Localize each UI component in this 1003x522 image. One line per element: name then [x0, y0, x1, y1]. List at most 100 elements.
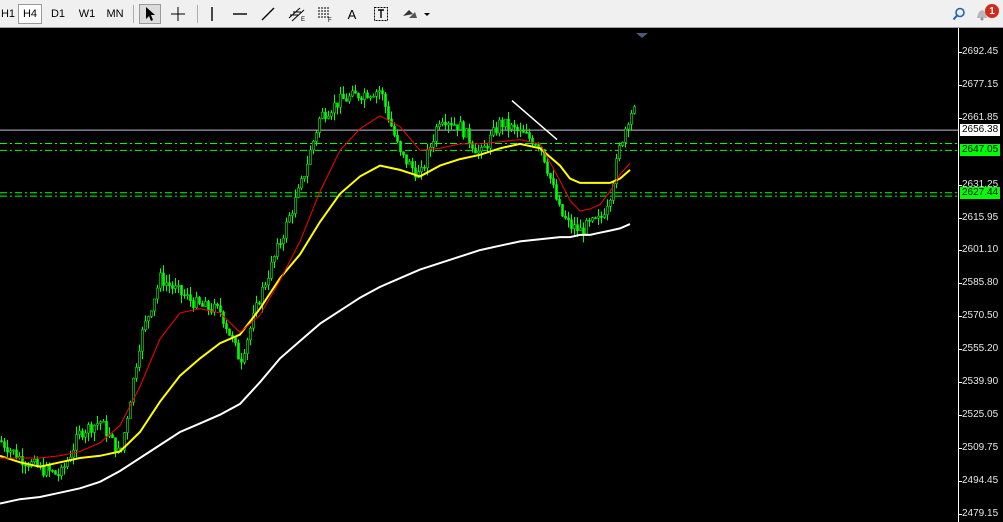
candle-body [297, 187, 300, 198]
candle-body [381, 90, 384, 95]
candle-body [243, 353, 246, 363]
candle-body [534, 143, 537, 146]
candle-body [249, 327, 252, 341]
candle-body [288, 215, 291, 223]
price-tick-mark [958, 217, 962, 219]
candle-body [360, 97, 363, 100]
candle-body [495, 127, 498, 134]
candle-body [72, 449, 75, 458]
candle-body [594, 217, 597, 220]
cursor-icon[interactable] [139, 4, 161, 24]
vertical-line-icon[interactable] [202, 4, 222, 24]
candle-body [579, 227, 582, 231]
candle-body [318, 118, 321, 133]
candle-body [624, 128, 627, 143]
candle-body [525, 132, 528, 134]
candle-body [99, 421, 102, 424]
candle-body [570, 219, 573, 229]
candle-body [552, 178, 555, 185]
candle-body [6, 447, 9, 453]
candle-body [312, 140, 315, 151]
candle-body [459, 121, 462, 131]
candle-body [225, 323, 228, 330]
text-icon[interactable]: A [343, 4, 361, 24]
candle-body [348, 95, 351, 102]
candle-body [423, 167, 426, 169]
candle-body [588, 220, 591, 222]
candle-body [333, 102, 336, 114]
candle-body [180, 285, 183, 296]
equidistant-channel-icon[interactable]: E [285, 4, 309, 24]
price-tick-label: 2539.90 [962, 376, 999, 388]
candle-body [177, 285, 180, 287]
search-icon[interactable] [950, 4, 968, 24]
candle-body [372, 96, 375, 98]
candle-body [195, 297, 198, 308]
candle-body [618, 145, 621, 159]
candle-body [222, 311, 225, 324]
candle-body [399, 141, 402, 153]
candle-body [78, 430, 81, 435]
timeframe-w1[interactable]: W1 [74, 4, 100, 24]
candle-body [51, 470, 54, 472]
candle-body [474, 148, 477, 154]
candle-body [192, 300, 195, 308]
shapes-dropdown-icon[interactable] [399, 4, 433, 24]
candle-body [561, 204, 564, 217]
crosshair-icon[interactable] [167, 4, 189, 24]
candle-body [384, 93, 387, 107]
candle-body [420, 167, 423, 172]
candle-body [159, 272, 162, 289]
candle-body [558, 199, 561, 205]
candle-body [114, 437, 117, 453]
horizontal-line-icon[interactable] [229, 4, 251, 24]
candle-body [174, 285, 177, 289]
candle-body [135, 367, 138, 379]
candle-body [573, 224, 576, 229]
candle-body [234, 337, 237, 344]
price-level-label: 2647.05 [960, 144, 1001, 157]
candle-body [96, 423, 99, 426]
price-tick-label: 2570.50 [962, 310, 999, 322]
price-chart[interactable] [0, 28, 958, 522]
candle-body [300, 178, 303, 189]
toolbar-separator [197, 5, 198, 23]
price-tick-mark [958, 85, 962, 87]
candle-body [564, 215, 567, 219]
candle-body [273, 256, 276, 263]
candle-body [306, 163, 309, 177]
candle-body [294, 197, 297, 214]
candle-body [477, 150, 480, 154]
candle-body [531, 138, 534, 145]
price-tick-mark [958, 316, 962, 318]
timeframe-mn[interactable]: MN [102, 4, 128, 24]
candle-body [603, 214, 606, 218]
candle-body [12, 449, 15, 452]
timeframe-d1[interactable]: D1 [46, 4, 70, 24]
candle-body [522, 129, 525, 133]
price-tick-label: 2601.10 [962, 243, 999, 255]
fibonacci-icon[interactable]: F [313, 4, 337, 24]
timeframe-h4[interactable]: H4 [18, 4, 42, 24]
candle-body [585, 220, 588, 235]
candle-body [468, 128, 471, 144]
candle-body [393, 125, 396, 136]
candle-body [261, 286, 264, 305]
candle-body [396, 135, 399, 142]
price-tick-mark [958, 414, 962, 416]
candle-body [324, 111, 327, 119]
candle-body [276, 243, 279, 257]
price-tick-label: 2692.45 [962, 46, 999, 57]
candle-body [486, 145, 489, 149]
candle-body [246, 339, 249, 354]
price-tick-mark [958, 514, 962, 515]
candle-body [207, 301, 210, 310]
text-label-icon[interactable] [370, 4, 392, 24]
candle-body [81, 430, 84, 438]
timeframe-h1[interactable]: H1 [0, 4, 16, 24]
candle-body [63, 466, 66, 469]
candle-body [567, 217, 570, 221]
candle-body [9, 450, 12, 453]
candle-body [267, 278, 270, 286]
trendline-icon[interactable] [257, 4, 279, 24]
